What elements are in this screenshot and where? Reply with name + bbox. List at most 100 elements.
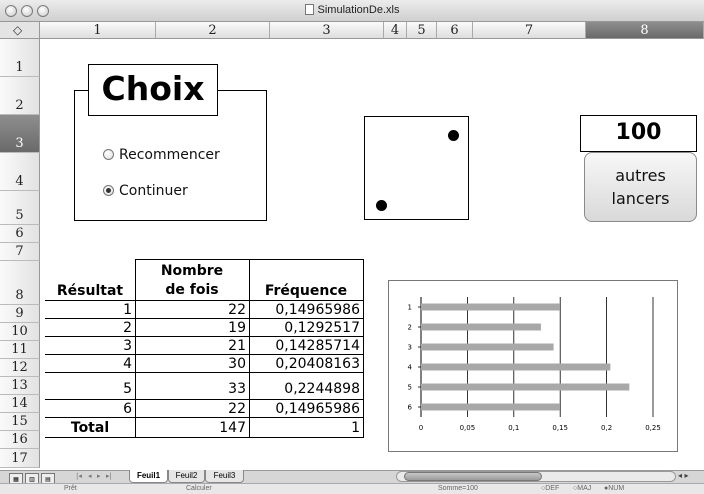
row-header-2[interactable]: 2 xyxy=(0,77,40,115)
status-mode: Calculer xyxy=(186,485,212,492)
table-cell-frequency[interactable]: 0,14965986 xyxy=(251,401,360,418)
row-header-label: 9 xyxy=(15,306,24,321)
row-header-label: 5 xyxy=(15,208,24,223)
row-header-9[interactable]: 9 xyxy=(0,305,40,323)
throw-count-cell[interactable]: 100 xyxy=(580,115,697,152)
radio-continuer-label: Continuer xyxy=(119,183,188,199)
table-cell-result[interactable]: 3 xyxy=(47,338,132,355)
table-cell-count[interactable]: 22 xyxy=(137,401,246,418)
chart-x-tick-label: 0,15 xyxy=(552,424,568,432)
table-border xyxy=(45,300,364,301)
table-cell-count[interactable]: 33 xyxy=(137,381,246,398)
sheet-nav-prev-icon[interactable]: ◂ xyxy=(88,472,92,480)
row-header-label: 13 xyxy=(11,378,28,393)
table-cell-frequency[interactable]: 0,14285714 xyxy=(251,338,360,355)
table-total-label[interactable]: Total xyxy=(47,420,133,437)
status-indicator-maj: ○MAJ xyxy=(573,485,592,492)
column-header-8[interactable]: 8 xyxy=(586,22,704,39)
table-cell-result[interactable]: 4 xyxy=(47,356,132,373)
row-header-label: 1 xyxy=(15,60,24,75)
table-total-count[interactable]: 147 xyxy=(137,420,246,437)
column-header-4[interactable]: 4 xyxy=(384,22,407,39)
table-border xyxy=(249,259,250,437)
table-cell-result[interactable]: 6 xyxy=(47,401,132,418)
table-cell-frequency[interactable]: 0,2244898 xyxy=(251,381,360,398)
row-header-label: 15 xyxy=(11,414,28,429)
row-header-bar: 1 2 3 4 5 6 7 8 9 10 11 12 13 14 15 16 17 xyxy=(0,39,40,470)
column-header-6[interactable]: 6 xyxy=(437,22,473,39)
table-cell-count[interactable]: 30 xyxy=(137,356,246,373)
radio-unchecked-icon[interactable] xyxy=(103,149,114,160)
chart-svg: 0 0,05 0,1 0,15 0,2 0,25 1 2 3 4 5 6 xyxy=(408,297,661,432)
chart-category-label: 6 xyxy=(408,404,413,412)
table-total-frequency[interactable]: 1 xyxy=(251,420,360,437)
scroll-arrows-icon[interactable]: ◂ ▸ xyxy=(678,471,689,480)
row-header-3[interactable]: 3 xyxy=(0,115,40,153)
document-icon xyxy=(304,4,314,15)
table-cell-result[interactable]: 2 xyxy=(47,320,132,337)
row-header-10[interactable]: 10 xyxy=(0,323,40,341)
autres-lancers-button[interactable]: autres lancers xyxy=(584,152,697,222)
table-cell-frequency[interactable]: 0,20408163 xyxy=(251,356,360,373)
radio-continuer[interactable]: Continuer xyxy=(103,183,188,199)
row-header-label: 14 xyxy=(11,396,28,411)
row-header-6[interactable]: 6 xyxy=(0,225,40,243)
column-header-1[interactable]: 1 xyxy=(40,22,156,39)
row-header-11[interactable]: 11 xyxy=(0,341,40,359)
chart-x-tick-label: 0,25 xyxy=(645,424,661,432)
window-title-text: SimulationDe.xls xyxy=(317,4,400,16)
sheet-tab-feuil1[interactable]: Feuil1 xyxy=(129,470,168,483)
chart-bar xyxy=(421,403,560,411)
sheet-nav-last-icon[interactable]: ▸| xyxy=(106,472,112,480)
column-header-3[interactable]: 3 xyxy=(270,22,384,39)
table-cell-frequency[interactable]: 0,1292517 xyxy=(251,320,360,337)
column-header-5[interactable]: 5 xyxy=(407,22,437,39)
diamond-icon: ◇ xyxy=(13,23,23,37)
chart-bar xyxy=(421,363,611,371)
row-header-5[interactable]: 5 xyxy=(0,191,40,225)
chart-bar xyxy=(421,343,554,351)
row-header-15[interactable]: 15 xyxy=(0,413,40,431)
chart-x-tick-label: 0,05 xyxy=(460,424,476,432)
frequency-bar-chart[interactable]: 0 0,05 0,1 0,15 0,2 0,25 1 2 3 4 5 6 xyxy=(388,280,678,452)
sheet-tab-feuil3[interactable]: Feuil3 xyxy=(205,470,244,483)
die-pip xyxy=(376,200,387,211)
table-cell-result[interactable]: 1 xyxy=(47,302,132,319)
row-header-13[interactable]: 13 xyxy=(0,377,40,395)
chart-category-label: 4 xyxy=(408,364,413,372)
table-border xyxy=(45,437,364,438)
sheet-nav-first-icon[interactable]: |◂ xyxy=(76,472,82,480)
chart-category-label: 3 xyxy=(408,344,412,352)
table-border xyxy=(135,259,136,437)
die-pip xyxy=(448,130,459,141)
header-nombre-line2: de fois xyxy=(165,282,219,298)
sheet-nav-next-icon[interactable]: ▸ xyxy=(97,472,101,480)
row-header-4[interactable]: 4 xyxy=(0,153,40,191)
column-header-2[interactable]: 2 xyxy=(156,22,270,39)
table-cell-frequency[interactable]: 0,14965986 xyxy=(251,302,360,319)
table-cell-count[interactable]: 21 xyxy=(137,338,246,355)
row-header-1[interactable]: 1 xyxy=(0,39,40,77)
select-all-corner[interactable]: ◇ xyxy=(0,22,40,39)
table-cell-count[interactable]: 19 xyxy=(137,320,246,337)
table-cell-result[interactable]: 5 xyxy=(47,381,132,398)
row-header-14[interactable]: 14 xyxy=(0,395,40,413)
horizontal-scroll-thumb[interactable] xyxy=(404,472,542,481)
column-header-7[interactable]: 7 xyxy=(473,22,586,39)
row-header-label: 6 xyxy=(15,226,24,241)
radio-recommencer[interactable]: Recommencer xyxy=(103,147,220,163)
row-header-17[interactable]: 17 xyxy=(0,449,40,468)
table-cell-count[interactable]: 22 xyxy=(137,302,246,319)
sheet-tab-feuil2[interactable]: Feuil2 xyxy=(168,470,205,483)
radio-recommencer-label: Recommencer xyxy=(119,147,220,163)
header-nombre-line1: Nombre xyxy=(160,263,224,279)
chart-x-tick-label: 0,1 xyxy=(508,424,519,432)
row-header-8[interactable]: 8 xyxy=(0,261,40,305)
row-header-12[interactable]: 12 xyxy=(0,359,40,377)
row-header-16[interactable]: 16 xyxy=(0,431,40,449)
radio-checked-icon[interactable] xyxy=(103,185,114,196)
status-indicator-maj-label: MAJ xyxy=(577,485,592,492)
row-header-7[interactable]: 7 xyxy=(0,243,40,261)
chart-x-tick-label: 0,2 xyxy=(601,424,612,432)
row-header-label: 16 xyxy=(11,432,28,447)
